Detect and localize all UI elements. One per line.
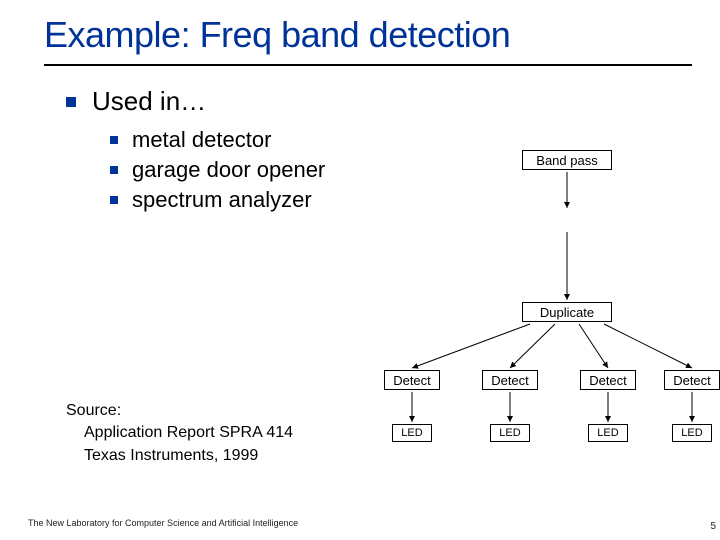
square-bullet-icon: [66, 97, 76, 107]
diagram-arrows: [370, 150, 710, 500]
sub-bullet-text: spectrum analyzer: [132, 187, 312, 213]
node-led: LED: [588, 424, 628, 442]
source-line: Application Report SPRA 414: [66, 422, 293, 444]
bullet-row-main: Used in…: [66, 86, 720, 117]
sub-bullet-text: metal detector: [132, 127, 271, 153]
node-led: LED: [392, 424, 432, 442]
square-bullet-icon: [110, 196, 118, 204]
source-line: Texas Instruments, 1999: [66, 445, 293, 467]
main-bullet-text: Used in…: [92, 86, 206, 117]
page-number: 5: [710, 521, 716, 532]
node-duplicate: Duplicate: [522, 302, 612, 322]
node-led: LED: [672, 424, 712, 442]
page-title: Example: Freq band detection: [0, 0, 720, 64]
source-citation: Source: Application Report SPRA 414 Texa…: [66, 400, 293, 467]
square-bullet-icon: [110, 166, 118, 174]
source-line: Source:: [66, 400, 293, 422]
square-bullet-icon: [110, 136, 118, 144]
node-detect: Detect: [384, 370, 440, 390]
footer-text: The New Laboratory for Computer Science …: [28, 518, 298, 528]
sub-bullet-text: garage door opener: [132, 157, 325, 183]
node-bandpass: Band pass: [522, 150, 612, 170]
flow-diagram: A/D Band pass Duplicate Detect Detect De…: [370, 150, 710, 500]
node-detect: Detect: [580, 370, 636, 390]
node-detect: Detect: [664, 370, 720, 390]
node-detect: Detect: [482, 370, 538, 390]
node-led: LED: [490, 424, 530, 442]
